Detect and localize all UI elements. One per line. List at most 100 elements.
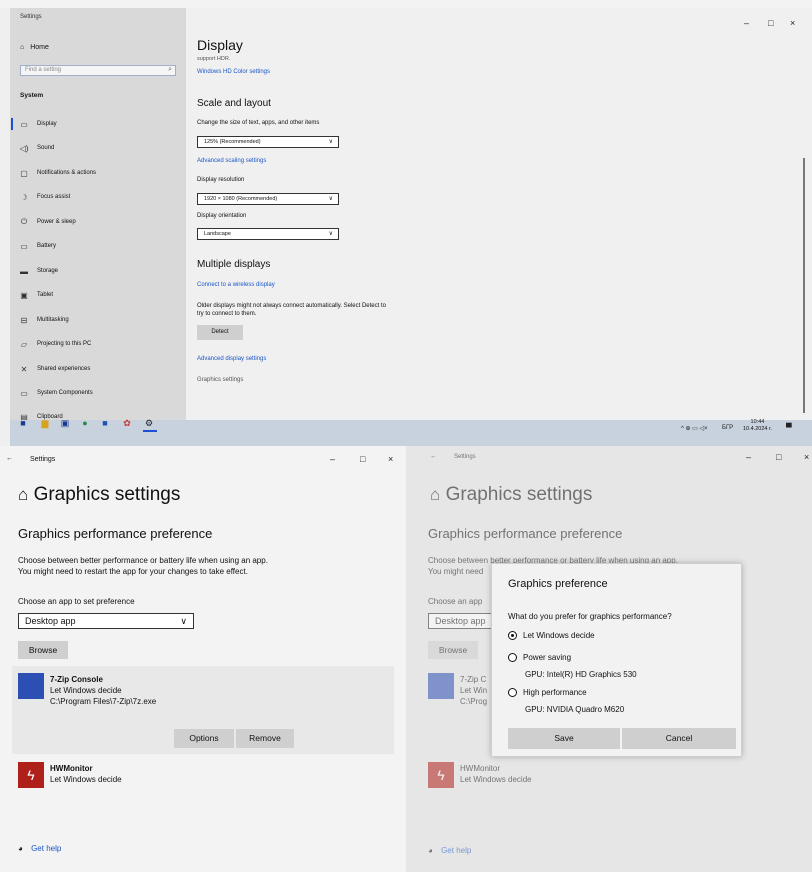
- radio-high-performance[interactable]: High performance: [508, 688, 587, 697]
- chevron-down-icon: ∨: [328, 231, 333, 237]
- search-input[interactable]: Find a setting ⌕: [20, 65, 176, 76]
- browse-button[interactable]: Browse: [18, 641, 68, 659]
- sidebar-item-battery[interactable]: ▭ Battery: [18, 240, 56, 252]
- sidebar-item-system-components[interactable]: ▭ System Components: [18, 387, 92, 399]
- get-help-link[interactable]: ◕ Get help: [18, 844, 61, 853]
- dialog-question: What do you prefer for graphics performa…: [508, 612, 672, 621]
- high-performance-gpu: GPU: NVIDIA Quadro M620: [525, 705, 625, 714]
- file-explorer-icon[interactable]: ▆: [40, 418, 50, 428]
- radio-power-saving[interactable]: Power saving: [508, 653, 571, 662]
- remove-button[interactable]: Remove: [236, 729, 294, 748]
- minimize-button[interactable]: –: [330, 454, 335, 464]
- settings-gear-icon[interactable]: ⚙: [144, 418, 154, 428]
- back-arrow-icon[interactable]: ←: [430, 453, 437, 460]
- scale-heading: Scale and layout: [197, 98, 271, 109]
- multiple-displays-heading: Multiple displays: [197, 259, 271, 270]
- sidebar-home[interactable]: ⌂ Home: [20, 44, 49, 51]
- get-help-link[interactable]: ◕ Get help: [428, 846, 471, 855]
- home-icon: ⌂: [430, 485, 441, 504]
- sidebar-item-label: Storage: [37, 268, 59, 274]
- back-arrow-icon[interactable]: ←: [6, 455, 13, 462]
- older-displays-text-2: try to connect to them.: [197, 311, 257, 317]
- close-button[interactable]: ×: [388, 454, 393, 464]
- radio-unselected-icon[interactable]: [508, 688, 517, 697]
- minimize-button[interactable]: –: [744, 18, 749, 28]
- scale-value: 125% (Recommended): [204, 139, 261, 145]
- graphics-settings-link[interactable]: Graphics settings: [197, 377, 243, 383]
- orientation-dropdown[interactable]: Landscape ∨: [197, 228, 339, 240]
- radio-let-windows-decide[interactable]: Let Windows decide: [508, 631, 595, 640]
- clock[interactable]: 10:44 10.4.2024 г.: [743, 419, 772, 433]
- app-type-value: Desktop app: [435, 616, 486, 626]
- sidebar-item-power-sleep[interactable]: ⏻ Power & sleep: [18, 216, 76, 228]
- advanced-display-link[interactable]: Advanced display settings: [197, 356, 266, 362]
- resolution-value: 1920 × 1080 (Recommended): [204, 196, 278, 202]
- maximize-button[interactable]: □: [776, 452, 781, 462]
- sidebar-item-label: Focus assist: [37, 194, 71, 200]
- power-saving-gpu: GPU: Intel(R) HD Graphics 530: [525, 670, 637, 679]
- browse-button[interactable]: Browse: [428, 641, 478, 659]
- sidebar-item-multitasking[interactable]: ⊟ Multitasking: [18, 314, 69, 326]
- app-type-dropdown[interactable]: Desktop app ∨: [18, 613, 194, 629]
- radio-label: Let Windows decide: [523, 631, 595, 640]
- wireless-display-link[interactable]: Connect to a wireless display: [197, 282, 275, 288]
- sidebar-item-label: Sound: [37, 145, 55, 151]
- notifications-icon: ▢: [20, 168, 28, 178]
- sidebar-item-tablet[interactable]: ▣ Tablet: [18, 289, 53, 301]
- sidebar: Settings ⌂ Home Find a setting ⌕ System …: [10, 8, 186, 422]
- sidebar-item-label: Notifications & actions: [37, 170, 97, 176]
- minimize-button[interactable]: –: [746, 452, 751, 462]
- sidebar-item-label: Tablet: [37, 292, 54, 298]
- storage-icon: ▬: [20, 266, 28, 276]
- sidebar-item-focus-assist[interactable]: ☽ Focus assist: [18, 191, 70, 203]
- close-button[interactable]: ×: [790, 18, 795, 28]
- sidebar-item-storage[interactable]: ▬ Storage: [18, 265, 58, 277]
- cancel-button[interactable]: Cancel: [622, 728, 736, 749]
- radio-selected-icon[interactable]: [508, 631, 517, 640]
- resolution-dropdown[interactable]: 1920 × 1080 (Recommended) ∨: [197, 193, 339, 205]
- projecting-icon: ▱: [20, 339, 28, 349]
- advanced-scaling-link[interactable]: Advanced scaling settings: [197, 158, 266, 164]
- app-name: 7-Zip Console: [50, 675, 103, 684]
- sidebar-item-sound[interactable]: ◁) Sound: [18, 142, 55, 154]
- section-heading: Graphics performance preference: [18, 526, 213, 541]
- notification-center-icon[interactable]: ▀: [786, 423, 792, 432]
- close-button[interactable]: ×: [804, 452, 809, 462]
- detect-button[interactable]: Detect: [197, 325, 243, 340]
- mail-icon[interactable]: ■: [100, 418, 110, 428]
- help-icon: ◕: [428, 846, 433, 855]
- edge-icon[interactable]: ●: [80, 418, 90, 428]
- app-preference: Let Win: [460, 686, 488, 695]
- options-button[interactable]: Options: [174, 729, 234, 748]
- sidebar-item-shared-experiences[interactable]: ✕ Shared experiences: [18, 363, 91, 375]
- sidebar-home-label: Home: [30, 44, 49, 51]
- description-line-2: You might need: [428, 567, 484, 576]
- app-type-dropdown[interactable]: Desktop app: [428, 613, 498, 629]
- cutoff-text: support HDR.: [197, 56, 231, 62]
- start-icon[interactable]: ■: [18, 418, 28, 428]
- home-icon: ⌂: [20, 44, 25, 51]
- radio-unselected-icon[interactable]: [508, 653, 517, 662]
- sidebar-item-notifications[interactable]: ▢ Notifications & actions: [18, 167, 96, 179]
- display-settings-content: Display support HDR. Windows HD Color se…: [186, 8, 812, 420]
- settings-window-display: Settings ⌂ Home Find a setting ⌕ System …: [10, 8, 812, 446]
- language-indicator[interactable]: БГР: [722, 425, 733, 431]
- scale-dropdown[interactable]: 125% (Recommended) ∨: [197, 136, 339, 148]
- store-icon[interactable]: ▣: [60, 418, 70, 428]
- help-icon: ◕: [18, 844, 23, 853]
- maximize-button[interactable]: □: [768, 18, 773, 28]
- sidebar-item-display[interactable]: ▭ Display: [18, 118, 56, 130]
- older-displays-text: Older displays might not always connect …: [197, 303, 386, 309]
- app-path: C:\Prog: [460, 697, 488, 706]
- tray-icons[interactable]: ^ ⊕ ▭ ◁×: [681, 425, 708, 432]
- 7zip-app-icon: [428, 673, 454, 699]
- app-icon[interactable]: ✿: [122, 418, 132, 428]
- scrollbar[interactable]: [803, 158, 805, 413]
- chevron-down-icon: ∨: [180, 616, 187, 626]
- save-button[interactable]: Save: [508, 728, 620, 749]
- sidebar-item-projecting[interactable]: ▱ Projecting to this PC: [18, 338, 91, 350]
- get-help-label: Get help: [441, 846, 472, 855]
- hd-color-link[interactable]: Windows HD Color settings: [197, 69, 270, 75]
- maximize-button[interactable]: □: [360, 454, 365, 464]
- orientation-value: Landscape: [204, 231, 231, 237]
